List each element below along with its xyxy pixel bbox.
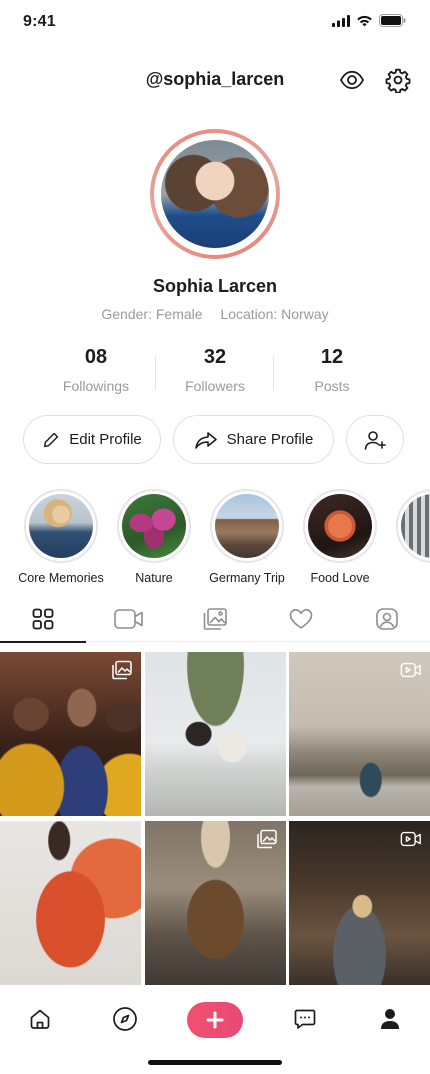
highlight-item[interactable]: Nature [106, 489, 202, 585]
highlight-thumbnail [122, 494, 186, 558]
nav-profile[interactable] [375, 1004, 405, 1034]
highlight-ring [396, 489, 430, 563]
share-icon [194, 431, 217, 449]
tab-gallery[interactable] [172, 596, 258, 641]
heart-icon [289, 608, 313, 629]
tab-videos[interactable] [86, 596, 172, 641]
post-thumbnail[interactable] [0, 821, 141, 985]
highlight-thumbnail [29, 494, 93, 558]
post-image [0, 821, 141, 985]
post-thumbnail[interactable] [289, 821, 430, 985]
edit-profile-button[interactable]: Edit Profile [23, 415, 161, 464]
home-icon [30, 1009, 50, 1029]
pencil-icon [44, 432, 59, 447]
profile-gender: Gender: Female [101, 306, 203, 322]
avatar-inner [154, 133, 276, 255]
video-icon [114, 608, 143, 629]
compass-icon [113, 1007, 137, 1031]
profile-name: Sophia Larcen [152, 276, 278, 296]
post-image [145, 652, 286, 816]
highlight-thumbnail [401, 494, 430, 558]
highlight-ring [24, 489, 98, 563]
highlight-label: Germany Trip [209, 571, 285, 585]
story-highlights: Core Memories Nature Germany Trip Food L… [0, 489, 430, 585]
profile-icon [381, 1009, 399, 1029]
status-icons [332, 14, 406, 27]
profile-location: Location: Norway [220, 306, 329, 322]
profile-meta: Gender: Female Location: Norway [0, 306, 430, 322]
avatar-photo [161, 140, 269, 248]
add-friend-button[interactable] [346, 415, 404, 464]
status-bar: 9:41 [0, 0, 430, 44]
battery-icon [379, 14, 406, 27]
grid-icon [32, 608, 54, 629]
highlight-ring [117, 489, 191, 563]
chat-icon [294, 1009, 316, 1029]
highlight-ring [303, 489, 377, 563]
signal-icon [332, 14, 350, 27]
create-post-button[interactable] [187, 1002, 243, 1038]
tab-grid[interactable] [0, 596, 86, 641]
gear-icon[interactable] [384, 66, 412, 94]
content-tabs [0, 596, 430, 642]
stat-value: 12 [320, 346, 344, 368]
highlight-ring [210, 489, 284, 563]
eye-icon[interactable] [338, 66, 366, 94]
nav-home[interactable] [25, 1004, 55, 1034]
home-indicator [148, 1060, 282, 1065]
share-profile-button[interactable]: Share Profile [173, 415, 334, 464]
add-user-icon [364, 430, 386, 450]
status-time: 9:41 [23, 13, 56, 30]
gallery-badge-icon [112, 660, 132, 680]
plus-icon [206, 1011, 224, 1029]
post-thumbnail[interactable] [145, 652, 286, 816]
highlight-label: Food Love [310, 571, 370, 585]
nav-messages[interactable] [290, 1004, 320, 1034]
tagged-user-icon [376, 607, 398, 630]
active-tab-indicator [0, 641, 86, 643]
profile-header: @sophia_larcen [0, 60, 430, 100]
highlight-label: Core Memories [18, 571, 104, 585]
nav-explore[interactable] [110, 1004, 140, 1034]
highlight-thumbnail [308, 494, 372, 558]
share-profile-label: Share Profile [226, 431, 314, 448]
wifi-icon [357, 15, 372, 26]
video-badge-icon [400, 831, 421, 847]
post-thumbnail[interactable] [145, 821, 286, 985]
highlight-item[interactable]: Germany Trip [199, 489, 295, 585]
profile-stats: 08 Followings 32 Followers 12 Posts [0, 346, 430, 402]
edit-profile-label: Edit Profile [69, 431, 142, 448]
highlight-thumbnail [215, 494, 279, 558]
stat-posts[interactable]: 12 Posts [262, 346, 402, 394]
highlight-item[interactable]: Food Love [292, 489, 388, 585]
profile-avatar[interactable] [150, 129, 280, 259]
tab-tagged[interactable] [344, 596, 430, 641]
highlight-item[interactable]: Core Memories [13, 489, 109, 585]
highlight-label: Nature [135, 571, 173, 585]
stat-label: Posts [314, 378, 350, 394]
post-thumbnail[interactable] [0, 652, 141, 816]
highlight-item[interactable] [385, 489, 430, 571]
video-badge-icon [400, 662, 421, 678]
post-thumbnail[interactable] [289, 652, 430, 816]
tab-liked[interactable] [258, 596, 344, 641]
gallery-icon [203, 607, 227, 630]
gallery-badge-icon [257, 829, 277, 849]
